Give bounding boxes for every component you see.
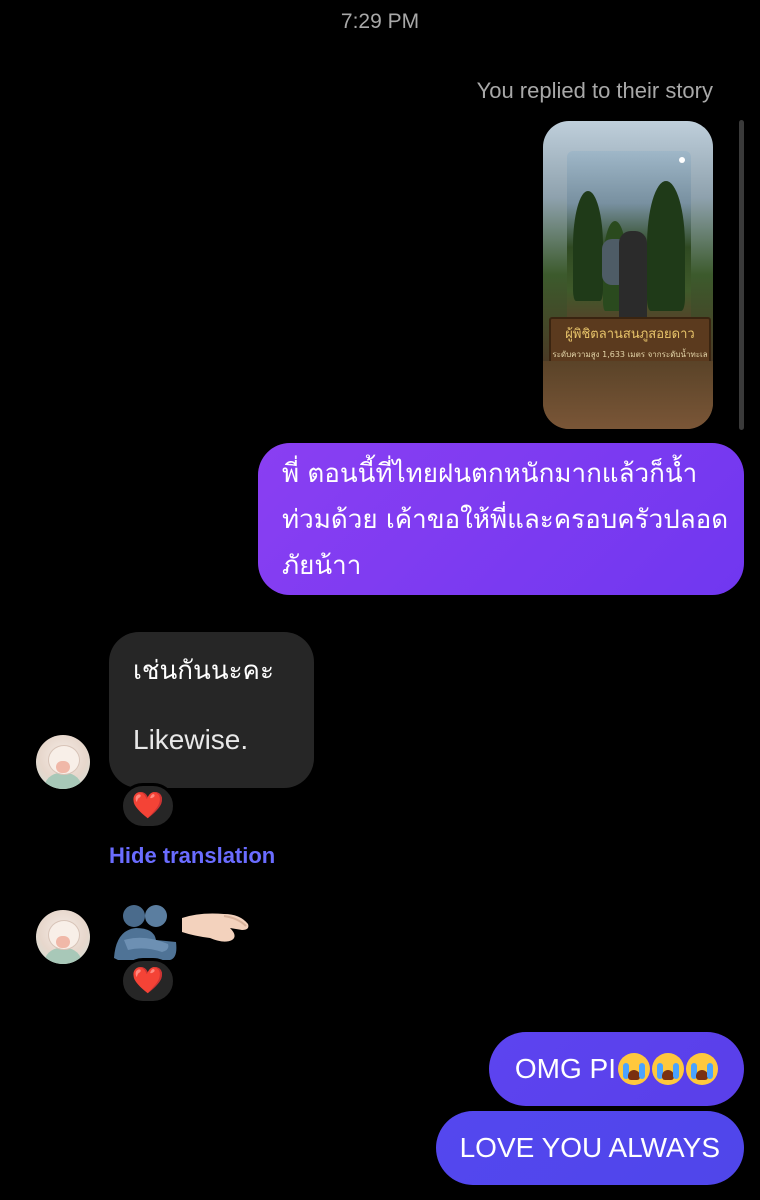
- story-reply-note: You replied to their story: [476, 78, 713, 103]
- contact-avatar-icon[interactable]: [36, 910, 90, 964]
- incoming-message[interactable]: เช่นกันนะคะ Likewise.: [109, 632, 314, 788]
- incoming-message-translation: Likewise.: [133, 724, 249, 755]
- contact-avatar-icon[interactable]: [36, 735, 90, 789]
- outgoing-message-omg[interactable]: OMG PI: [488, 1032, 744, 1106]
- palm-down-hand-emoji: [182, 913, 249, 942]
- sign-line-1: ผู้พิชิตลานสนภูสอยดาว: [565, 327, 695, 342]
- people-hugging-emoji[interactable]: [110, 900, 180, 962]
- story-photo: [567, 151, 691, 326]
- heart-reaction[interactable]: ❤️: [120, 783, 176, 829]
- omg-text: OMG PI: [514, 1053, 616, 1084]
- loudly-crying-face-emoji: [618, 1053, 650, 1085]
- heart-reaction[interactable]: ❤️: [120, 958, 176, 1004]
- story-preview-card[interactable]: ผู้พิชิตลานสนภูสอยดาว ระดับความสูง 1,633…: [543, 121, 713, 429]
- ground-shape: [543, 361, 713, 429]
- hide-translation-link[interactable]: Hide translation: [109, 843, 275, 869]
- outgoing-message-thai[interactable]: พี่ ตอนนี้ที่ไทยฝนตกหนักมากแล้วก็น้ำท่วม…: [258, 443, 744, 595]
- scrollbar[interactable]: [739, 120, 744, 430]
- sign-line-2: ระดับความสูง 1,633 เมตร จากระดับน้ำทะเล: [552, 350, 708, 359]
- hiker-shape: [619, 231, 647, 321]
- loudly-crying-face-emoji: [652, 1053, 684, 1085]
- loudly-crying-face-emoji: [686, 1053, 718, 1085]
- love-text: LOVE YOU ALWAYS: [459, 1132, 720, 1163]
- trail-sign: ผู้พิชิตลานสนภูสอยดาว ระดับความสูง 1,633…: [549, 317, 711, 365]
- story-dot: [679, 157, 685, 163]
- incoming-message-text: เช่นกันนะคะ: [133, 656, 274, 686]
- message-timestamp: 7:29 PM: [340, 10, 420, 33]
- outgoing-message-love[interactable]: LOVE YOU ALWAYS: [435, 1111, 744, 1185]
